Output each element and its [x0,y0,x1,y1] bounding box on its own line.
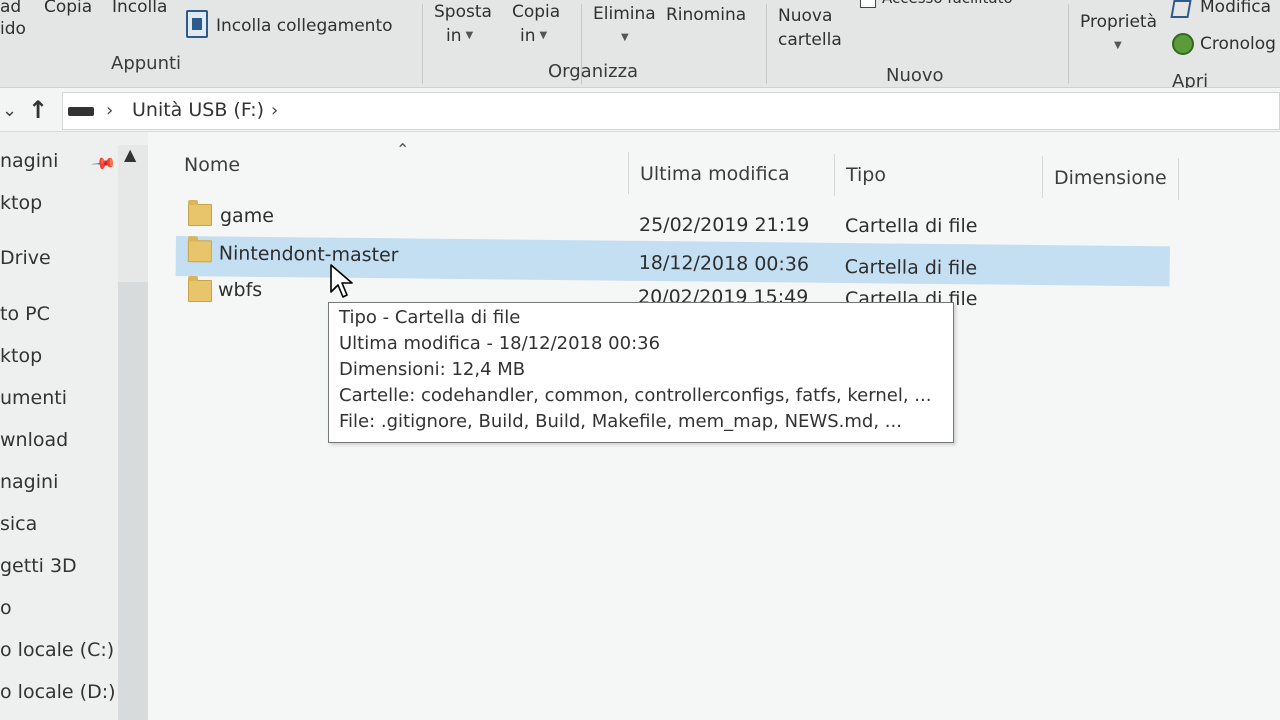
column-header-type[interactable]: Tipo [846,164,886,186]
breadcrumb-chevron-icon[interactable]: › [106,100,113,121]
sort-ascending-icon: ⌃ [396,140,410,159]
column-divider[interactable] [1178,158,1179,200]
tooltip-type: Tipo - Cartella di file [339,307,521,328]
recent-locations-chevron-icon[interactable]: ⌄ [2,100,17,121]
scroll-up-arrow-icon[interactable]: ▲ [124,145,136,164]
nav-item[interactable]: ktop [0,345,42,367]
new-folder-button[interactable]: Nuova cartella [778,4,842,52]
new-folder-label-2: cartella [778,30,842,50]
group-label-new: Nuovo [886,65,944,86]
file-name: wbfs [218,279,263,301]
move-to-button[interactable]: Sposta in ▼ [434,0,492,48]
nav-item[interactable]: umenti [0,387,67,409]
tooltip-size: Dimensioni: 12,4 MB [339,359,526,380]
column-header-modified[interactable]: Ultima modifica [640,163,790,185]
history-button[interactable]: Cronolog [1200,33,1276,55]
paste-button[interactable]: Incolla [112,0,167,18]
paste-link-button[interactable]: Incolla collegamento [216,15,393,37]
easy-access-button[interactable]: Accesso facilitato [882,0,1013,9]
folder-icon [188,200,212,226]
table-row[interactable]: game 25/02/2019 21:19 Cartella di file [176,200,1172,237]
chevron-down-icon: ▼ [1114,40,1122,51]
up-arrow-icon[interactable]: ↑ [28,96,48,124]
history-icon [1172,33,1194,55]
edit-button[interactable]: Modifica [1200,0,1271,18]
nav-item[interactable]: Drive [0,247,51,269]
chevron-down-icon: ▼ [465,30,474,41]
file-modified: 18/12/2018 00:36 [638,251,810,276]
nav-item[interactable]: o locale (D:) [0,681,116,703]
folder-icon [187,240,212,263]
column-header-name[interactable]: Nome [184,154,240,176]
nav-item[interactable]: o [0,597,12,619]
nav-item[interactable]: getti 3D [0,555,77,577]
ad-ido-button[interactable]: ad ido [0,0,26,40]
nav-item[interactable]: to PC [0,303,50,325]
group-label-clipboard: Appunti [111,53,182,74]
file-modified: 25/02/2019 21:19 [639,214,810,236]
edit-icon [1170,0,1192,18]
column-divider[interactable] [834,154,835,196]
ribbon-separator [766,4,767,84]
tooltip-modified: Ultima modifica - 18/12/2018 00:36 [339,333,661,354]
file-name: game [220,205,274,227]
breadcrumb-location[interactable]: Unità USB (F:) [132,99,264,121]
new-folder-label: Nuova [778,6,833,26]
copy-to-label-2: in [520,26,536,46]
mouse-cursor-icon [330,264,353,298]
file-type: Cartella di file [845,215,978,237]
copy-to-label: Copia [512,2,561,22]
file-info-tooltip: Tipo - Cartella di file Ultima modifica … [328,302,954,443]
nav-item[interactable]: sica [0,513,37,535]
ribbon: ad ido Copia Incolla Incolla collegament… [0,0,1280,92]
delete-label: Elimina [593,4,656,24]
breadcrumb-chevron-icon[interactable]: › [271,100,278,121]
nav-item[interactable]: nagini [0,150,58,172]
folder-icon [188,276,212,302]
column-header-size[interactable]: Dimensione [1054,167,1167,189]
delete-button[interactable]: Elimina ▼ [593,2,656,50]
nav-item[interactable]: nagini [0,471,58,493]
tooltip-files: File: .gitignore, Build, Build, Makefile… [339,411,902,432]
rename-button[interactable]: Rinomina [666,4,746,26]
copy-to-button[interactable]: Copia in ▼ [512,0,560,48]
ribbon-separator [422,4,423,84]
easy-access-icon [860,0,876,8]
ribbon-separator [1068,4,1069,84]
chevron-down-icon: ▼ [621,32,629,43]
column-divider[interactable] [628,152,629,194]
file-name: Nintendont-master [218,242,399,267]
nav-item[interactable]: ktop [0,192,42,214]
usb-drive-icon [68,107,94,116]
nav-item[interactable]: o locale (C:) [0,639,114,661]
copy-button[interactable]: Copia [44,0,92,18]
column-divider[interactable] [1042,156,1043,198]
properties-button[interactable]: Proprietà ▼ [1080,10,1157,58]
group-label-organize: Organizza [548,61,639,82]
nav-scrollbar-thumb[interactable] [118,282,148,720]
paste-link-icon [186,10,208,38]
chevron-down-icon: ▼ [539,30,548,41]
properties-label: Proprietà [1080,12,1158,32]
nav-item[interactable]: wnload [0,429,68,451]
move-to-label-2: in [446,26,462,46]
move-to-label: Sposta [434,2,492,22]
tooltip-folders: Cartelle: codehandler, common, controlle… [339,385,932,406]
